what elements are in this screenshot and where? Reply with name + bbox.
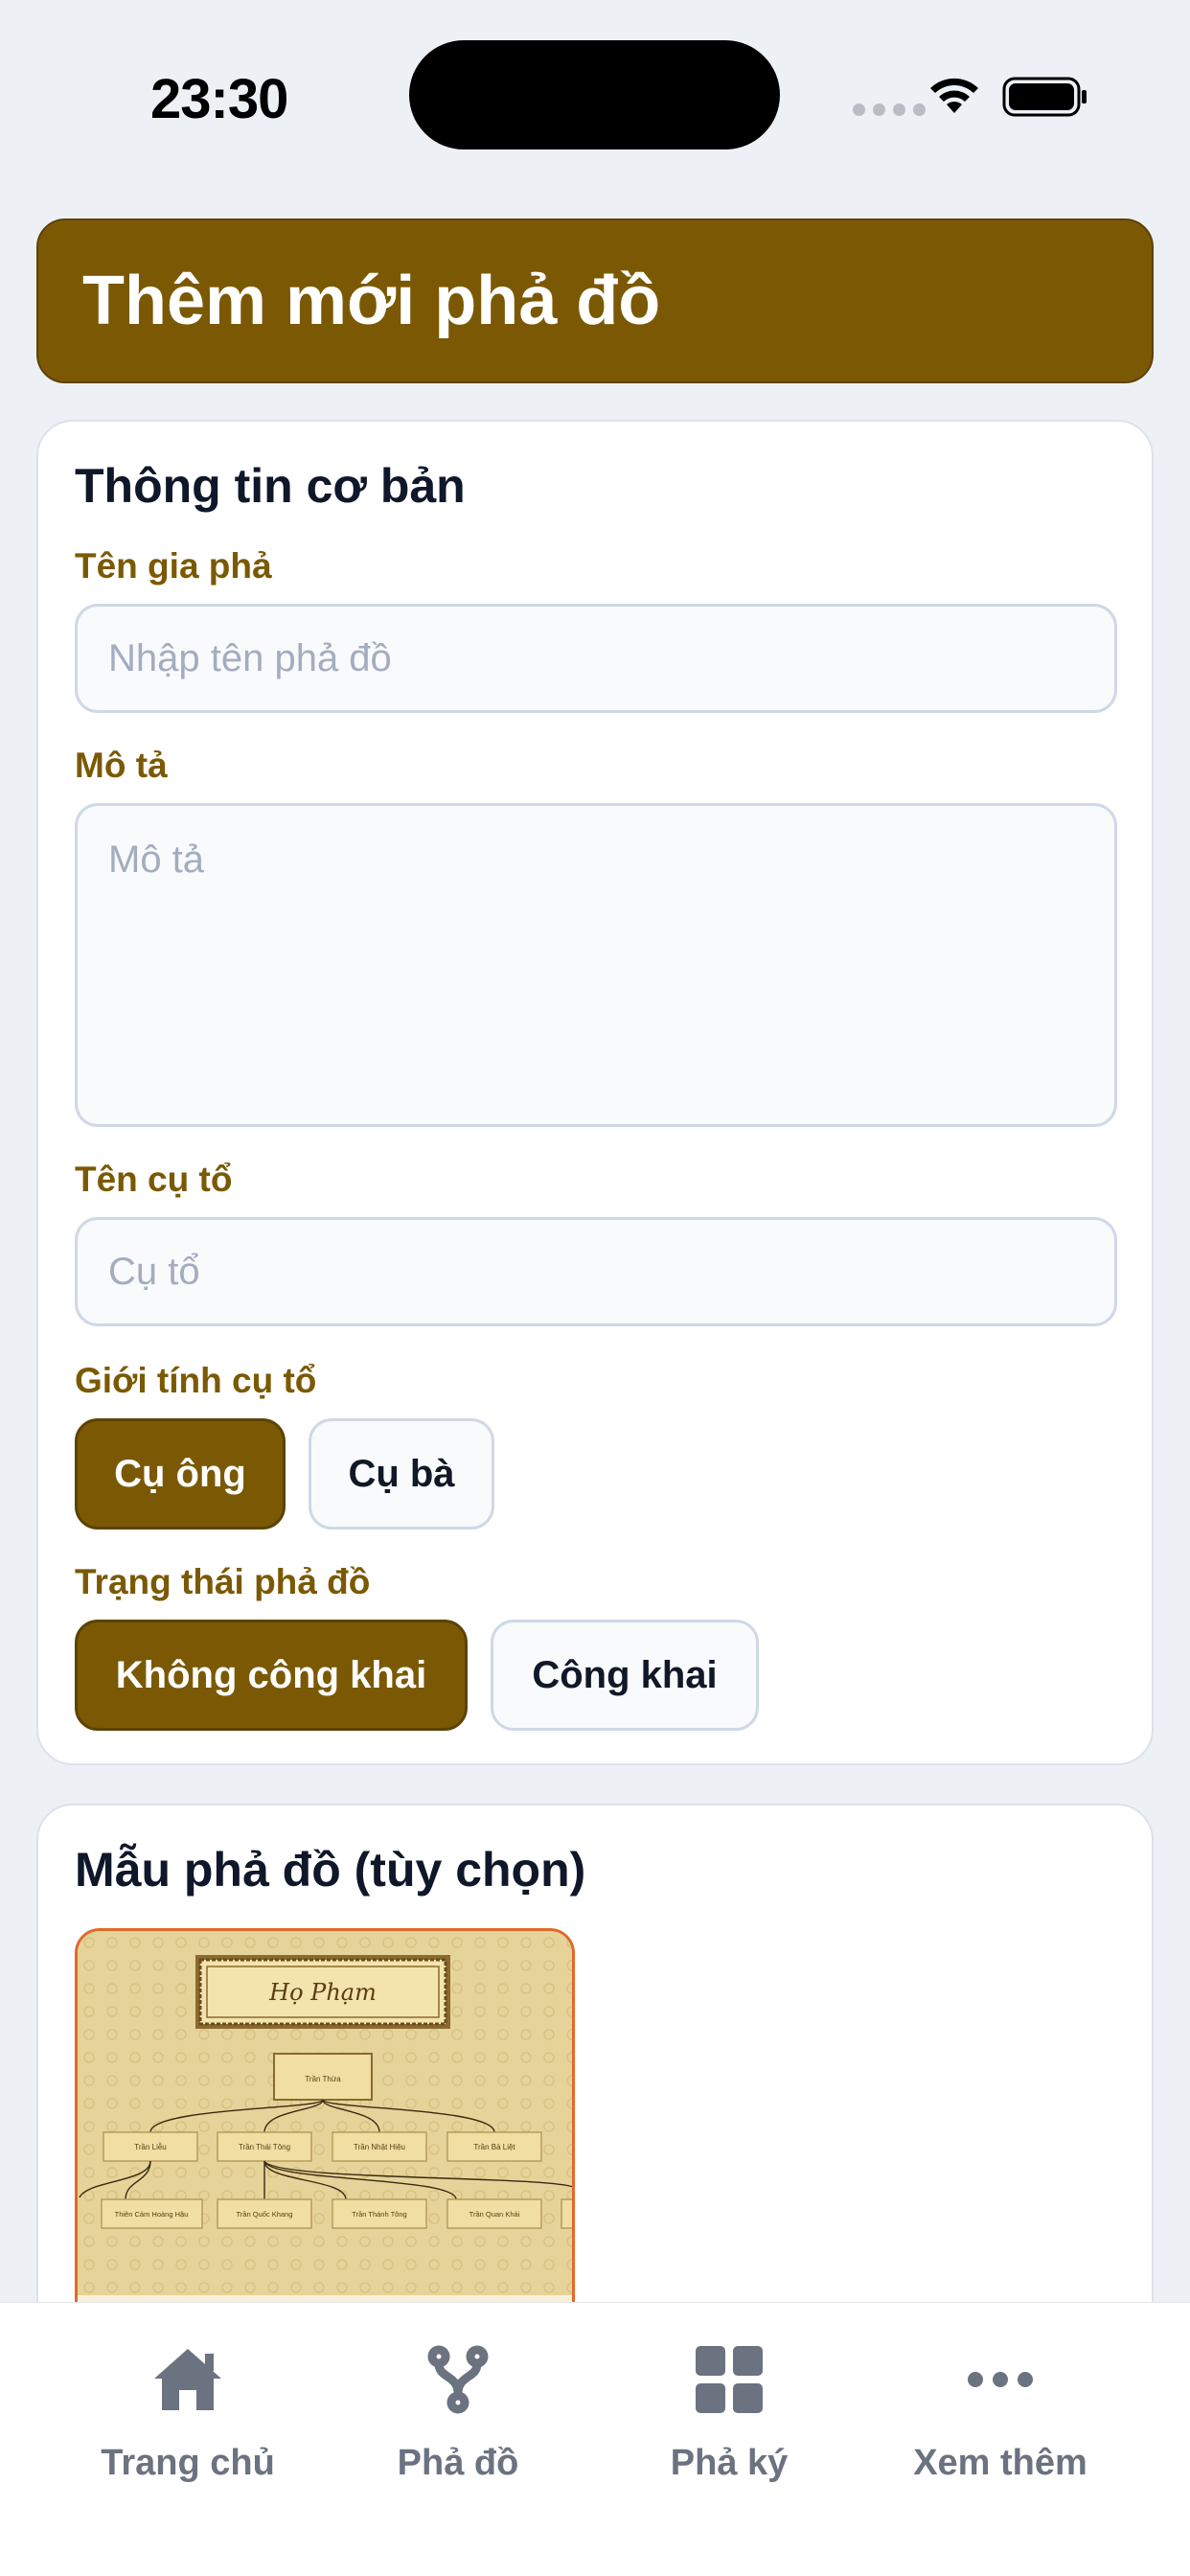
- preview-gen3-node: Trần Thánh Tông: [352, 2210, 406, 2219]
- tab-chronicle-label: Phả ký: [670, 2443, 789, 2483]
- family-name-label: Tên gia phả: [75, 546, 272, 586]
- basic-info-card: Thông tin cơ bản Tên gia phả Mô tả Tên c…: [36, 420, 1154, 1765]
- basic-info-title: Thông tin cơ bản: [75, 459, 466, 513]
- template-thumbnail[interactable]: Họ Phạm Trần Thừa Trần Liễu Trần Thái Tô…: [75, 1928, 575, 2350]
- ancestor-name-input[interactable]: [75, 1217, 1117, 1326]
- templates-title: Mẫu phả đồ (tùy chọn): [75, 1843, 586, 1897]
- battery-icon: [1002, 77, 1087, 117]
- tab-family-tree-label: Phả đồ: [397, 2443, 519, 2483]
- grid-icon: [696, 2346, 763, 2413]
- tree-status-label: Trạng thái phả đồ: [75, 1562, 371, 1601]
- ancestor-name-label: Tên cụ tổ: [75, 1160, 233, 1199]
- preview-gen2-node: Trần Thái Tông: [239, 2143, 290, 2151]
- status-time: 23:30: [150, 68, 288, 130]
- page-title: Thêm mới phả đồ: [82, 263, 661, 339]
- preview-root-node: Trần Thừa: [305, 2075, 341, 2083]
- status-private-button[interactable]: Không công khai: [75, 1620, 468, 1731]
- family-tree-icon: [427, 2345, 489, 2414]
- preview-gen3-node: Trần Quan Khải: [469, 2210, 520, 2219]
- gender-female-button[interactable]: Cụ bà: [309, 1418, 494, 1530]
- description-textarea[interactable]: [75, 803, 1117, 1127]
- tab-home[interactable]: Trang chủ: [63, 2341, 312, 2484]
- family-name-input[interactable]: [75, 604, 1117, 713]
- preview-gen3-node: Trần Quốc Khang: [237, 2210, 293, 2219]
- status-bar: 23:30: [0, 0, 1190, 182]
- tab-chronicle[interactable]: Phả ký: [605, 2341, 854, 2484]
- tab-more[interactable]: Xem thêm: [876, 2341, 1125, 2484]
- status-public-button[interactable]: Công khai: [491, 1620, 759, 1731]
- preview-gen3-node: Thiên Cảm Hoàng Hậu: [115, 2210, 189, 2219]
- ancestor-gender-label: Giới tính cụ tổ: [75, 1361, 317, 1400]
- tab-family-tree[interactable]: Phả đồ: [333, 2341, 583, 2484]
- preview-family-title: Họ Phạm: [268, 1979, 377, 2006]
- home-icon: [154, 2349, 221, 2410]
- more-icon: [968, 2372, 1033, 2387]
- tab-home-label: Trang chủ: [101, 2443, 275, 2483]
- family-tree-preview: Họ Phạm Trần Thừa Trần Liễu Trần Thái Tô…: [78, 1931, 572, 2347]
- dynamic-island: [409, 40, 780, 150]
- preview-gen2-node: Trần Liễu: [134, 2143, 167, 2151]
- description-label: Mô tả: [75, 746, 168, 785]
- tab-more-label: Xem thêm: [913, 2443, 1087, 2483]
- bottom-tab-bar: Trang chủ Phả đồ Phả ký Xem thêm: [0, 2302, 1190, 2576]
- preview-gen2-node: Trần Nhật Hiệu: [354, 2143, 405, 2151]
- page-header: Thêm mới phả đồ: [36, 218, 1154, 383]
- wifi-icon: [930, 78, 978, 113]
- gender-male-button[interactable]: Cụ ông: [75, 1418, 286, 1530]
- signal-icon: [853, 104, 926, 116]
- preview-gen2-node: Trần Bà Liệt: [473, 2143, 515, 2151]
